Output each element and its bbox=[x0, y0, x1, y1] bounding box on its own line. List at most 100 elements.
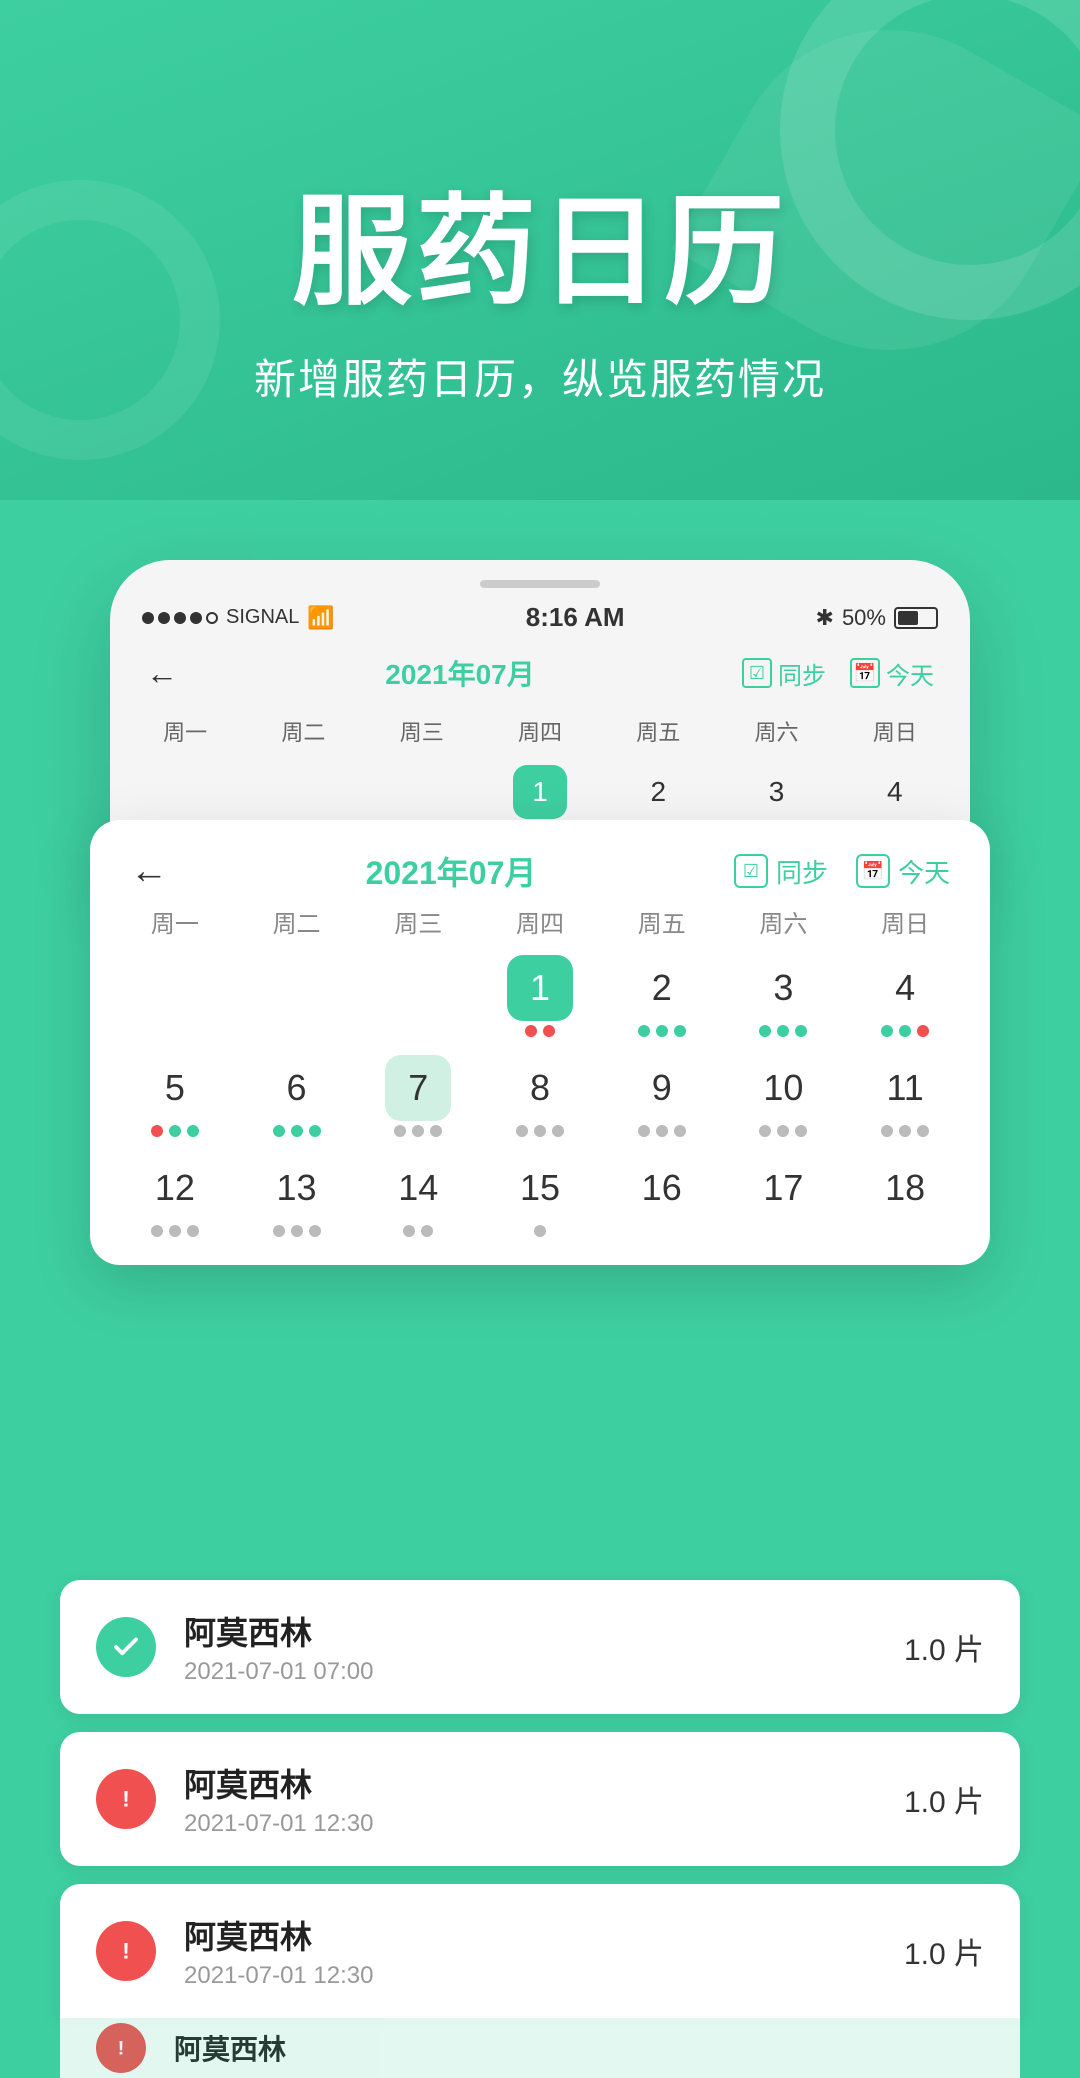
signal-label: SIGNAL bbox=[226, 606, 299, 629]
card-dot-7gy1 bbox=[394, 1125, 406, 1137]
card-dots-6 bbox=[273, 1125, 321, 1137]
warn-icon-4: ! bbox=[108, 2035, 134, 2061]
card-dot-8gy1 bbox=[516, 1125, 528, 1137]
card-day-3[interactable]: 3 bbox=[723, 945, 845, 1045]
weekday-thu-back: 周四 bbox=[481, 709, 599, 753]
back-date-1: 1 bbox=[513, 765, 567, 819]
card-day-9[interactable]: 9 bbox=[601, 1045, 723, 1145]
med-item-2[interactable]: ! 阿莫西林 2021-07-01 12:30 1.0 片 bbox=[60, 1732, 1020, 1866]
card-day-11[interactable]: 11 bbox=[844, 1045, 966, 1145]
card-dots-9 bbox=[638, 1125, 686, 1137]
card-dots-5 bbox=[151, 1125, 199, 1137]
card-weekday-sat: 周六 bbox=[723, 904, 845, 939]
weekday-tue-back: 周二 bbox=[244, 709, 362, 753]
card-dot-13gy1 bbox=[273, 1225, 285, 1237]
card-weekday-sun: 周日 bbox=[844, 904, 966, 939]
card-day-10[interactable]: 10 bbox=[723, 1045, 845, 1145]
back-date-3: 3 bbox=[750, 765, 804, 819]
card-dot-13gy2 bbox=[291, 1225, 303, 1237]
card-date-16: 16 bbox=[629, 1155, 695, 1221]
card-dot-4g2 bbox=[899, 1025, 911, 1037]
wifi-icon: 📶 bbox=[307, 605, 334, 631]
signal-dot-3 bbox=[174, 612, 186, 624]
card-dot-6g1 bbox=[273, 1125, 285, 1137]
card-dot-10gy2 bbox=[777, 1125, 789, 1137]
status-time: 8:16 AM bbox=[526, 602, 625, 633]
card-dot-2g1 bbox=[638, 1025, 650, 1037]
sync-icon-back: ☑ bbox=[742, 658, 772, 688]
card-dots-8 bbox=[516, 1125, 564, 1137]
card-dots-13 bbox=[273, 1225, 321, 1237]
card-day-8[interactable]: 8 bbox=[479, 1045, 601, 1145]
card-day-12[interactable]: 12 bbox=[114, 1145, 236, 1245]
status-left: SIGNAL 📶 bbox=[142, 605, 335, 631]
med-item-3[interactable]: ! 阿莫西林 2021-07-01 12:30 1.0 片 bbox=[60, 1884, 1020, 2018]
card-date-17: 17 bbox=[750, 1155, 816, 1221]
card-date-18: 18 bbox=[872, 1155, 938, 1221]
card-day-16[interactable]: 16 bbox=[601, 1145, 723, 1245]
back-cal-actions: ☑ 同步 📅 今天 bbox=[742, 656, 934, 691]
card-day-2[interactable]: 2 bbox=[601, 945, 723, 1045]
weekday-sat-back: 周六 bbox=[717, 709, 835, 753]
card-day-18[interactable]: 18 bbox=[844, 1145, 966, 1245]
card-day-13[interactable]: 13 bbox=[236, 1145, 358, 1245]
weekday-mon-back: 周一 bbox=[126, 709, 244, 753]
weekday-sun-back: 周日 bbox=[836, 709, 954, 753]
card-day-4[interactable]: 4 bbox=[844, 945, 966, 1045]
today-icon-back: 📅 bbox=[850, 658, 880, 688]
card-sync-button[interactable]: ☑ 同步 bbox=[734, 853, 828, 890]
card-weekday-fri: 周五 bbox=[601, 904, 723, 939]
card-date-5: 5 bbox=[142, 1055, 208, 1121]
back-date-2: 2 bbox=[631, 765, 685, 819]
med-icon-warn-4: ! bbox=[96, 2023, 146, 2073]
card-dots-15 bbox=[534, 1225, 546, 1237]
card-day-empty-3 bbox=[357, 945, 479, 1045]
card-day-7[interactable]: 7 bbox=[357, 1045, 479, 1145]
med-dose-2: 1.0 片 bbox=[904, 1777, 984, 1821]
warn-icon-3: ! bbox=[111, 1936, 141, 1966]
card-day-17[interactable]: 17 bbox=[723, 1145, 845, 1245]
back-date-4: 4 bbox=[868, 765, 922, 819]
card-dots-11 bbox=[881, 1125, 929, 1137]
card-today-button[interactable]: 📅 今天 bbox=[856, 853, 950, 890]
today-button-back[interactable]: 📅 今天 bbox=[850, 656, 934, 691]
sync-label-back: 同步 bbox=[778, 656, 826, 691]
bluetooth-icon: ✱ bbox=[816, 605, 834, 631]
card-day-14[interactable]: 14 bbox=[357, 1145, 479, 1245]
battery-indicator bbox=[894, 607, 938, 629]
med-item-4-partial: ! 阿莫西林 bbox=[60, 2018, 1020, 2078]
card-dot-9gy2 bbox=[656, 1125, 668, 1137]
card-dot-1r1 bbox=[525, 1025, 537, 1037]
card-today-icon: 📅 bbox=[856, 854, 890, 888]
card-day-6[interactable]: 6 bbox=[236, 1045, 358, 1145]
card-date-2: 2 bbox=[629, 955, 695, 1021]
card-dots-1 bbox=[525, 1025, 555, 1037]
back-nav-arrow[interactable]: ← bbox=[146, 655, 178, 692]
med-name-3: 阿莫西林 bbox=[184, 1912, 904, 1958]
hero-subtitle: 新增服药日历，纵览服药情况 bbox=[254, 346, 826, 407]
card-back-arrow[interactable]: ← bbox=[130, 850, 168, 893]
card-date-10: 10 bbox=[750, 1055, 816, 1121]
back-cal-month: 2021年07月 bbox=[385, 653, 534, 693]
card-day-15[interactable]: 15 bbox=[479, 1145, 601, 1245]
med-item-1[interactable]: 阿莫西林 2021-07-01 07:00 1.0 片 bbox=[60, 1580, 1020, 1714]
svg-text:!: ! bbox=[122, 1787, 130, 1812]
card-date-8: 8 bbox=[507, 1055, 573, 1121]
med-name-1: 阿莫西林 bbox=[184, 1608, 904, 1654]
med-info-2: 阿莫西林 2021-07-01 12:30 bbox=[184, 1760, 904, 1838]
card-weekday-mon: 周一 bbox=[114, 904, 236, 939]
card-dots-10 bbox=[759, 1125, 807, 1137]
card-day-1[interactable]: 1 bbox=[479, 945, 601, 1045]
card-date-14: 14 bbox=[385, 1155, 451, 1221]
card-day-5[interactable]: 5 bbox=[114, 1045, 236, 1145]
card-dot-5r1 bbox=[151, 1125, 163, 1137]
sync-button-back[interactable]: ☑ 同步 bbox=[742, 656, 826, 691]
signal-dot-5 bbox=[206, 612, 218, 624]
card-dot-10gy1 bbox=[759, 1125, 771, 1137]
battery-fill bbox=[898, 611, 918, 625]
card-dot-11gy1 bbox=[881, 1125, 893, 1137]
card-weekday-tue: 周二 bbox=[236, 904, 358, 939]
card-day-empty-1 bbox=[114, 945, 236, 1045]
med-icon-warn-2: ! bbox=[96, 1769, 156, 1829]
calendar-card: ← 2021年07月 ☑ 同步 📅 今天 周一 周二 周三 周四 周五 周六 周… bbox=[90, 820, 990, 1265]
